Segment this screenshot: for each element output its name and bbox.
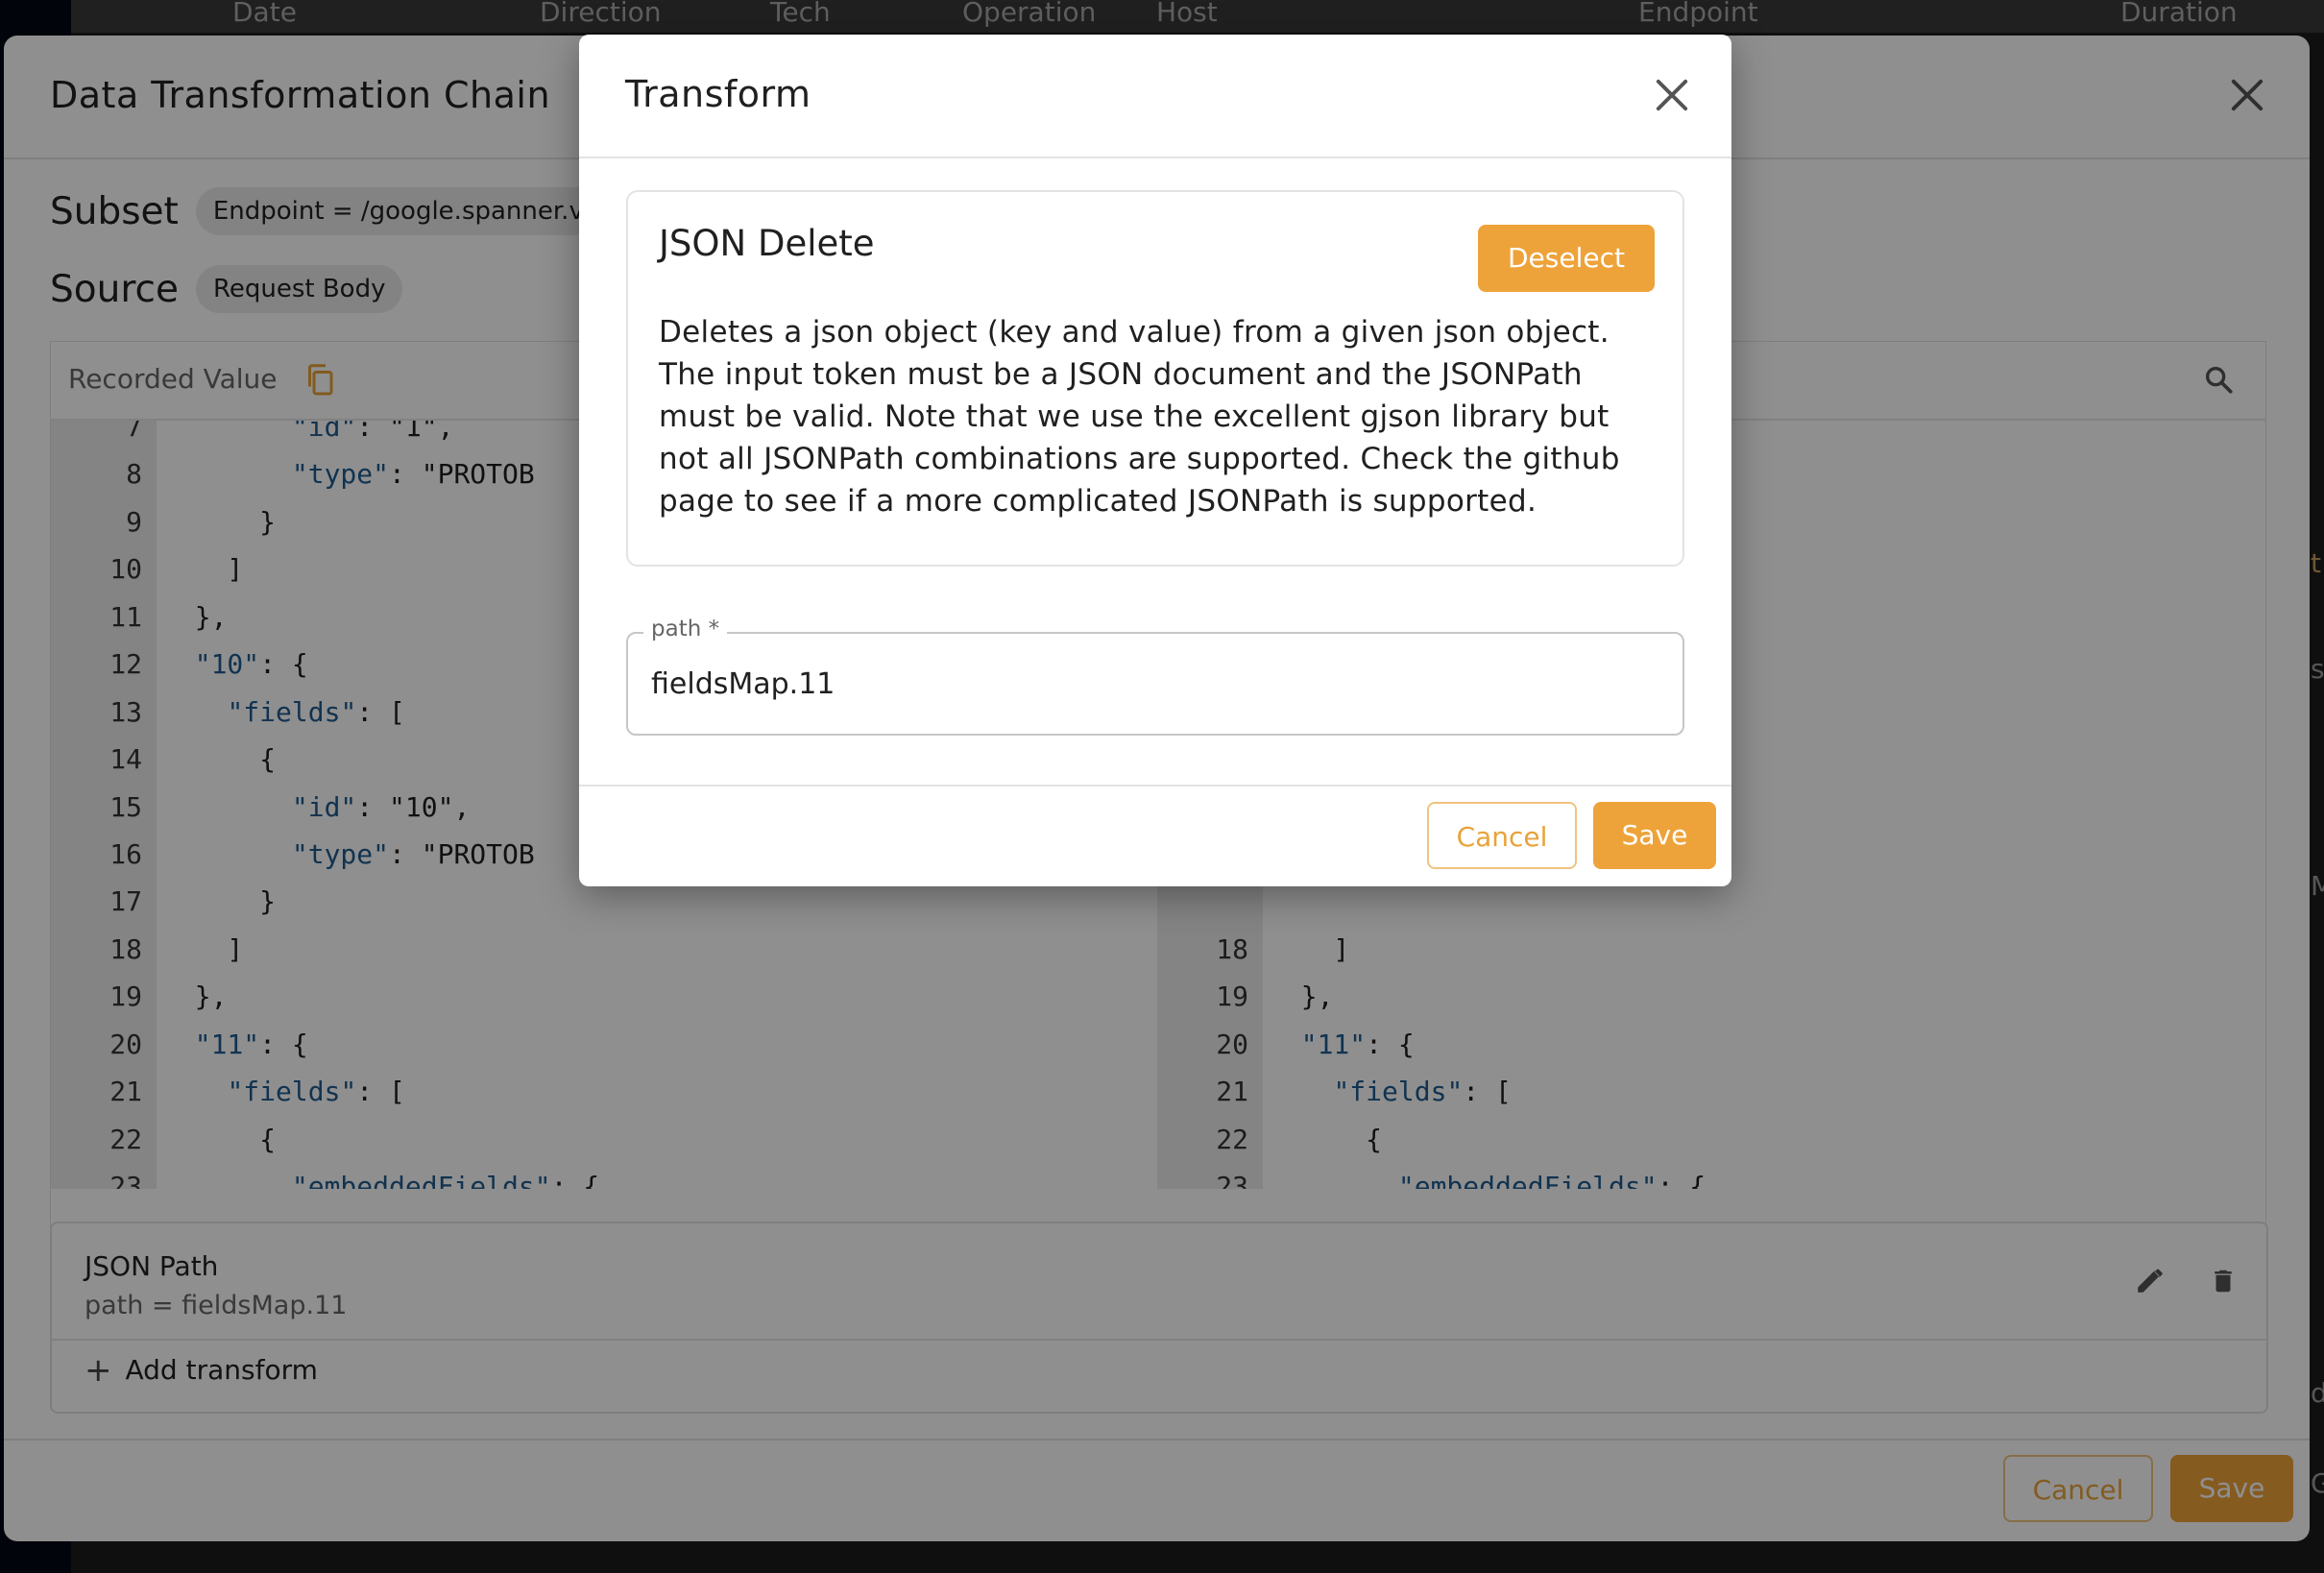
- close-icon[interactable]: [1653, 76, 1691, 114]
- modal-footer: Cancel Save: [579, 785, 1731, 886]
- modal-header: Transform: [579, 35, 1731, 158]
- modal-title: Transform: [625, 73, 811, 115]
- transform-type-title: JSON Delete: [659, 223, 875, 264]
- deselect-button[interactable]: Deselect: [1478, 225, 1655, 292]
- transform-modal: Transform JSON Delete Deselect Deletes a…: [579, 35, 1731, 886]
- cancel-button[interactable]: Cancel: [1427, 802, 1577, 869]
- save-button[interactable]: Save: [1593, 802, 1716, 869]
- path-field: path *: [626, 617, 1684, 736]
- transform-description: Deletes a json object (key and value) fr…: [659, 315, 1620, 519]
- transform-card: JSON Delete Deselect Deletes a json obje…: [626, 190, 1684, 567]
- path-field-label: path *: [643, 617, 728, 641]
- path-input[interactable]: [651, 661, 1650, 707]
